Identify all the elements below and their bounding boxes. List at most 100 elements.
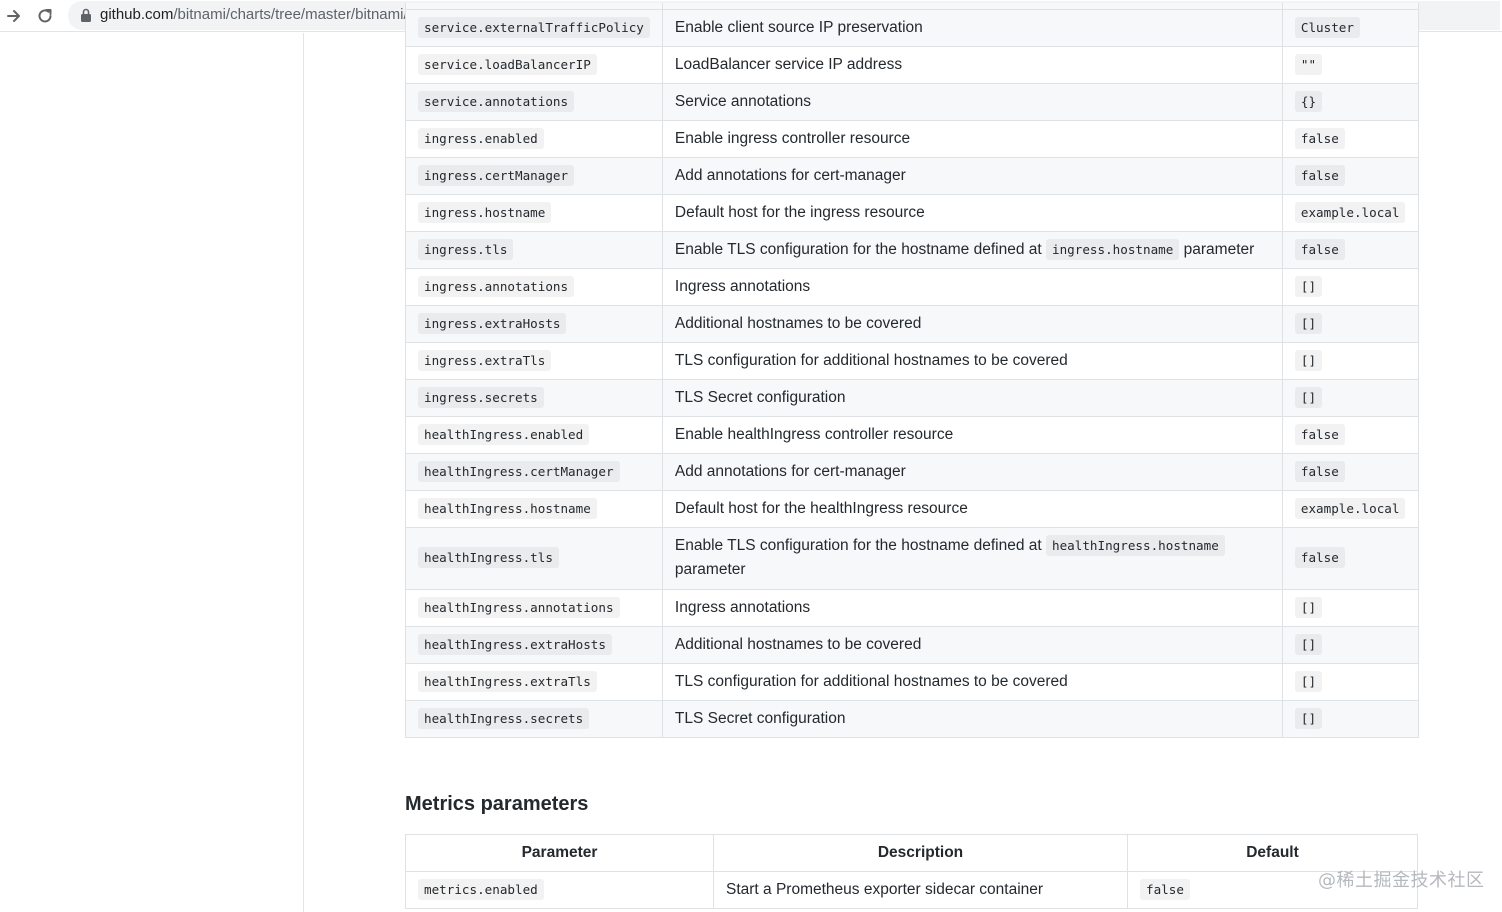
param-name: ingress.extraTls (418, 349, 552, 371)
description-text: Enable healthIngress controller resource (674, 425, 954, 443)
param-name: healthIngress.enabled (418, 423, 590, 445)
default-value: false (1294, 460, 1345, 482)
table-row: ingress.extraTls TLS configuration for ad… (405, 341, 1419, 380)
default-value: example.local (1294, 201, 1406, 223)
table-row: ingress.hostname Default host for the ing… (405, 193, 1419, 232)
param-cell: ingress.annotations (405, 267, 663, 306)
description-cell: Additional hostnames to be covered (661, 625, 1283, 664)
arrow-right-icon (7, 10, 20, 22)
description-cell: TLS Secret configuration (661, 699, 1283, 738)
default-value: [] (1294, 670, 1323, 692)
description-text: Ingress annotations (674, 598, 811, 616)
metrics-heading: Metrics parameters (405, 793, 589, 815)
description-cell: TLS Secret configuration (661, 378, 1283, 417)
url-path: /bitnami/charts/tree/master/bitnami/ngin… (173, 6, 444, 23)
default-cell: [] (1281, 699, 1419, 738)
forward-button[interactable] (2, 4, 26, 28)
description-cell: Add annotations for cert-manager (661, 452, 1283, 491)
default-value: [] (1294, 275, 1323, 297)
default-cell: [] (1281, 588, 1419, 627)
default-value: [] (1294, 349, 1323, 371)
description-text: TLS Secret configuration (674, 388, 846, 406)
param-cell: ingress.tls (405, 230, 663, 269)
default-value: false (1294, 164, 1345, 186)
table-row: metrics.enabled Start a Prometheus export… (405, 871, 1418, 909)
url-host: github.com (100, 6, 174, 23)
param-name: healthIngress.extraTls (418, 670, 597, 692)
description-cell: Additional hostnames to be covered (661, 304, 1283, 343)
param-cell: ingress.extraTls (405, 341, 663, 380)
table-row: ingress.secrets TLS Secret configuration [… (405, 378, 1419, 417)
param-cell: ingress.certManager (405, 156, 663, 195)
description-cell: Ingress annotations (661, 267, 1283, 306)
param-name: healthIngress.extraHosts (418, 633, 612, 655)
param-cell: healthIngress.enabled (405, 415, 663, 454)
description-cell: LoadBalancer service IP address (661, 45, 1283, 84)
description-cell: Start a Prometheus exporter sidecar cont… (713, 871, 1128, 909)
param-name: ingress.enabled (418, 127, 544, 149)
param-name: healthIngress.secrets (418, 707, 590, 729)
description-cell: Enable client source IP preservation (661, 8, 1283, 47)
default-cell: [] (1281, 625, 1419, 664)
table-row: service.annotations Service annotations {} (405, 82, 1419, 121)
description-text: Service annotations (674, 92, 812, 110)
description-text: Add annotations for cert-manager (674, 166, 906, 184)
default-value: example.local (1294, 497, 1406, 519)
header-parameter: Parameter (405, 834, 714, 872)
default-value: [] (1294, 312, 1323, 334)
param-cell: ingress.enabled (405, 119, 663, 158)
table-row: healthIngress.secrets TLS Secret configur… (405, 699, 1419, 738)
description-text: LoadBalancer service IP address (674, 55, 903, 73)
param-cell: healthIngress.tls (405, 526, 663, 590)
param-name: service.loadBalancerIP (418, 53, 597, 75)
default-cell: Cluster (1281, 8, 1419, 47)
param-name: ingress.hostname (418, 201, 552, 223)
description-text: Start a Prometheus exporter sidecar cont… (726, 881, 1044, 898)
description-cell: Enable healthIngress controller resource (661, 415, 1283, 454)
description-text: Default host for the ingress resource (674, 203, 925, 221)
description-cell: Add annotations for cert-manager (661, 156, 1283, 195)
param-name: ingress.annotations (418, 275, 575, 297)
default-cell: false (1281, 452, 1419, 491)
table-row: healthIngress.tls Enable TLS configuratio… (405, 526, 1419, 590)
sidebar-divider (303, 33, 304, 912)
param-name: ingress.extraHosts (418, 312, 567, 334)
default-cell: example.local (1281, 193, 1419, 232)
param-cell: healthIngress.extraTls (405, 662, 663, 701)
default-value: false (1294, 547, 1345, 568)
param-name: healthIngress.certManager (418, 460, 620, 482)
default-cell: [] (1281, 267, 1419, 306)
description-text: Add annotations for cert-manager (674, 462, 906, 480)
default-value: [] (1294, 596, 1323, 618)
description-text: TLS Secret configuration (674, 709, 846, 727)
table-row: service.loadBalancerIP LoadBalancer servi… (405, 45, 1419, 84)
table-row: healthIngress.certManager Add annotations… (405, 452, 1419, 491)
table-row: healthIngress.enabled Enable healthIngres… (405, 415, 1419, 454)
description-cell: Service annotations (661, 82, 1283, 121)
default-cell: false (1281, 526, 1419, 590)
description-cell: TLS configuration for additional hostnam… (661, 662, 1283, 701)
param-name: healthIngress.tls (418, 547, 559, 568)
param-name: healthIngress.hostname (418, 497, 597, 519)
default-value: [] (1294, 386, 1323, 408)
table-row: ingress.annotations Ingress annotations [] (405, 267, 1419, 306)
default-cell: example.local (1281, 489, 1419, 528)
table-header-row: Parameter Description Default (405, 834, 1418, 872)
reload-button[interactable] (33, 4, 57, 28)
default-cell: false (1281, 119, 1419, 158)
description-text: Enable TLS configuration for the hostnam… (674, 537, 1042, 554)
default-value: false (1294, 423, 1345, 445)
param-name: service.annotations (418, 90, 575, 112)
parameters-table: service.externalTrafficPolicy Enable clie… (405, 3, 1419, 738)
description-cell: Enable ingress controller resource (661, 119, 1283, 158)
description-text: Additional hostnames to be covered (674, 314, 922, 332)
url-text: github.com/bitnami/charts/tree/master/bi… (100, 6, 444, 23)
reload-icon (38, 9, 52, 23)
default-cell: {} (1281, 82, 1419, 121)
param-cell: service.annotations (405, 82, 663, 121)
table-row: ingress.extraHosts Additional hostnames t… (405, 304, 1419, 343)
default-value: false (1294, 127, 1345, 149)
description-cell: Enable TLS configuration for the hostnam… (661, 230, 1283, 269)
default-value: Cluster (1294, 16, 1360, 38)
description-text: parameter (1183, 240, 1255, 258)
